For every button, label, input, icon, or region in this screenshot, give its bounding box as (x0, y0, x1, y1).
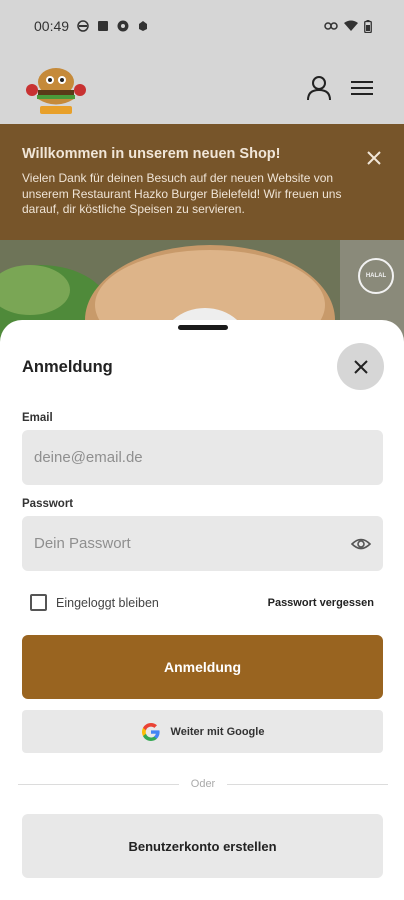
link-icon (324, 22, 338, 30)
password-field-box (22, 516, 383, 571)
android-icon (139, 21, 148, 31)
remember-checkbox[interactable] (30, 594, 47, 611)
login-button[interactable]: Anmeldung (22, 635, 383, 699)
login-sheet: Anmeldung Email Passwort Eingeloggt blei… (0, 320, 404, 900)
close-icon (353, 359, 368, 374)
google-icon (141, 722, 160, 741)
sheet-close-button[interactable] (337, 343, 384, 390)
or-divider: Oder (18, 776, 388, 792)
banner-text: Vielen Dank für deinen Besuch auf der ne… (22, 171, 342, 216)
email-label: Email (22, 412, 53, 424)
sheet-title: Anmeldung (22, 358, 113, 376)
notification-icon (77, 20, 89, 32)
forgot-password-link[interactable]: Passwort vergessen (268, 597, 374, 609)
email-field[interactable] (34, 449, 371, 466)
divider-text: Oder (190, 778, 216, 790)
eye-icon[interactable] (351, 534, 371, 554)
site-header (0, 52, 404, 124)
burger-logo[interactable] (24, 60, 88, 118)
divider-line (18, 783, 179, 785)
drag-handle[interactable] (178, 325, 228, 330)
menu-icon[interactable] (348, 74, 376, 102)
user-icon[interactable] (305, 74, 333, 102)
divider-line (227, 783, 388, 785)
welcome-banner: Willkommen in unserem neuen Shop! Vielen… (0, 124, 404, 240)
status-time: 00:49 (34, 18, 70, 34)
halal-badge: HALAL (358, 258, 394, 294)
remember-me: Eingeloggt bleiben (30, 594, 159, 611)
google-login-button[interactable]: Weiter mit Google (22, 710, 383, 753)
square-icon (98, 21, 109, 31)
battery-icon (364, 19, 372, 33)
app-icon (117, 20, 129, 32)
register-button[interactable]: Benutzerkonto erstellen (22, 814, 383, 878)
password-label: Passwort (22, 498, 74, 510)
wifi-icon (344, 20, 358, 31)
password-field[interactable] (34, 535, 371, 552)
status-bar: 00:49 (0, 0, 404, 52)
email-field-box (22, 430, 383, 485)
close-icon[interactable] (366, 150, 382, 166)
google-button-label: Weiter mit Google (170, 725, 265, 738)
banner-title: Willkommen in unserem neuen Shop! (22, 146, 281, 162)
remember-label: Eingeloggt bleiben (56, 595, 159, 610)
